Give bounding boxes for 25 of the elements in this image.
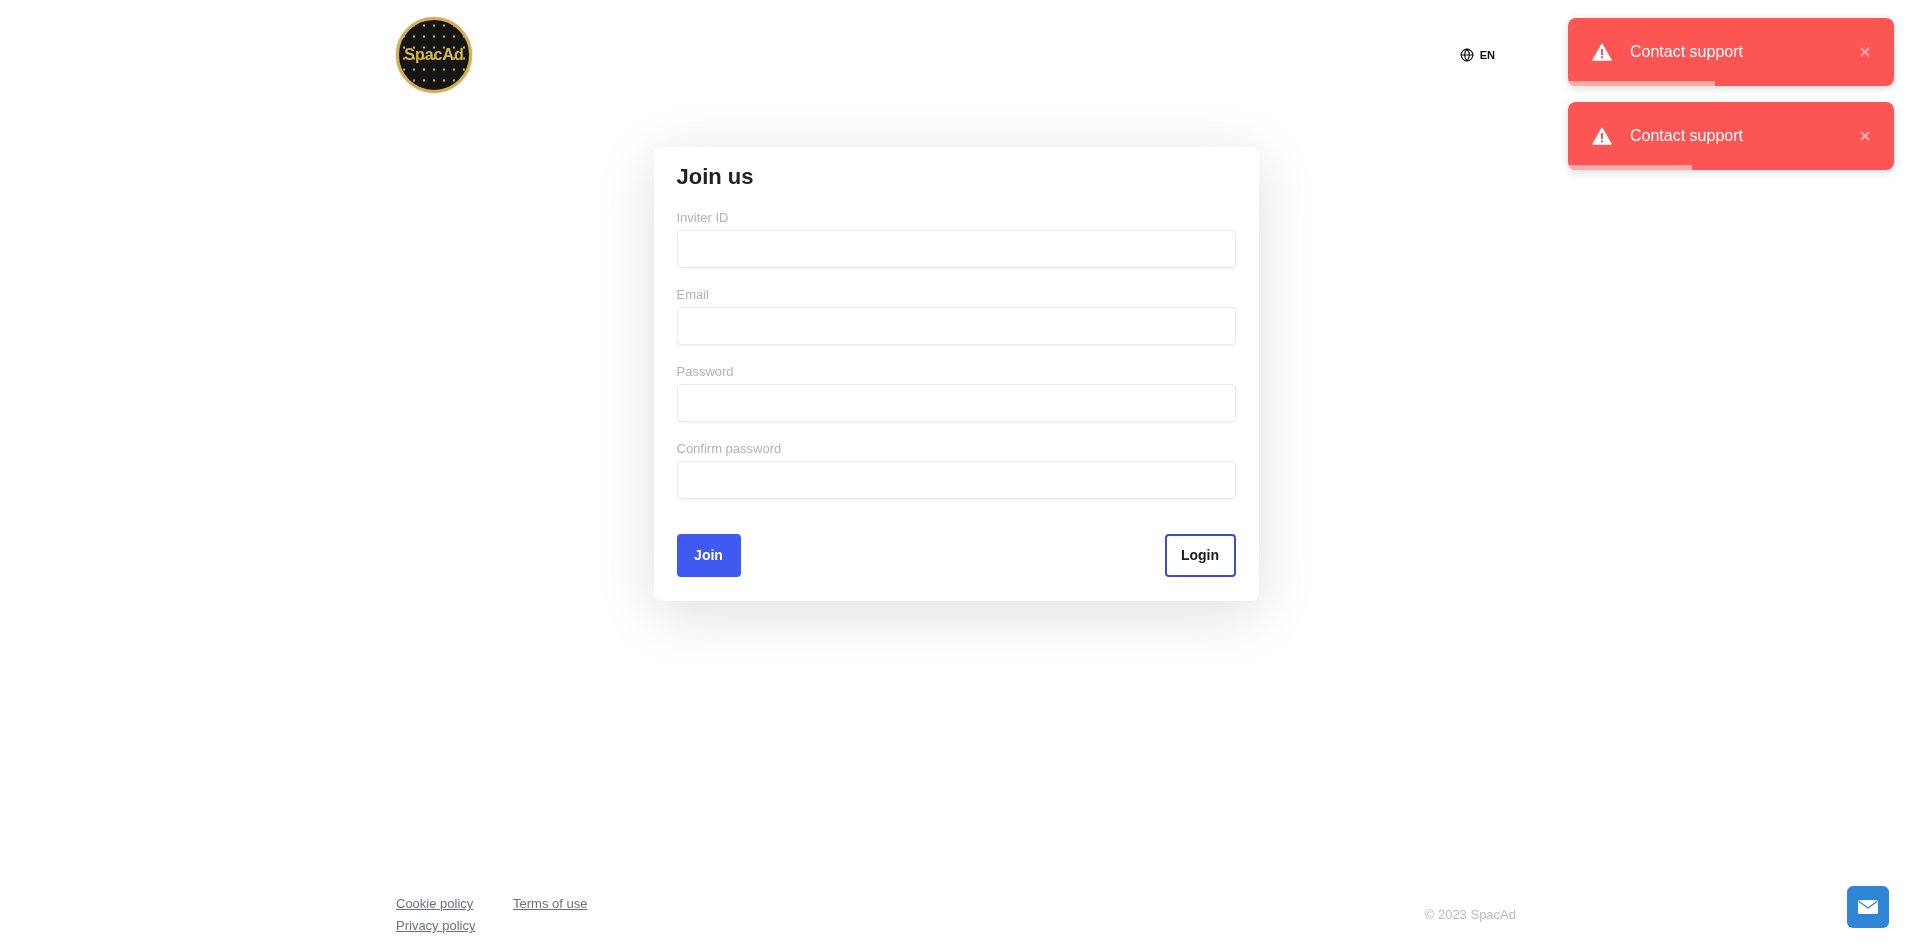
mail-icon bbox=[1858, 900, 1878, 914]
field-label: Password bbox=[676, 363, 735, 381]
field-label: Confirm password bbox=[676, 440, 783, 458]
toast-message: Contact support bbox=[1630, 42, 1744, 62]
warning-icon bbox=[1592, 127, 1612, 145]
footer-link[interactable]: Cookie policy bbox=[396, 896, 474, 912]
globe-icon bbox=[1459, 48, 1474, 62]
warning-icon bbox=[1592, 43, 1612, 61]
join-button[interactable]: Join bbox=[676, 534, 741, 577]
close-icon bbox=[1858, 129, 1872, 143]
footer-link[interactable]: Terms of use bbox=[513, 896, 588, 912]
toast-message: Contact support bbox=[1630, 126, 1744, 146]
close-button[interactable] bbox=[1858, 45, 1872, 59]
login-button[interactable]: Login bbox=[1164, 534, 1236, 577]
field-label: Email bbox=[676, 286, 710, 304]
form-title: Join us bbox=[676, 163, 755, 191]
copyright-text: © 2023 SpacAd bbox=[1424, 906, 1516, 925]
field-label: Inviter ID bbox=[676, 209, 730, 227]
close-icon bbox=[1858, 45, 1872, 59]
logo-badge[interactable]: SpacAd bbox=[396, 17, 472, 93]
mail-button[interactable] bbox=[1847, 886, 1889, 928]
language-selector[interactable]: EN bbox=[1459, 46, 1495, 64]
close-button[interactable] bbox=[1858, 129, 1872, 143]
logo-text: SpacAd bbox=[404, 47, 464, 63]
footer-link[interactable]: Privacy policy bbox=[396, 918, 476, 934]
